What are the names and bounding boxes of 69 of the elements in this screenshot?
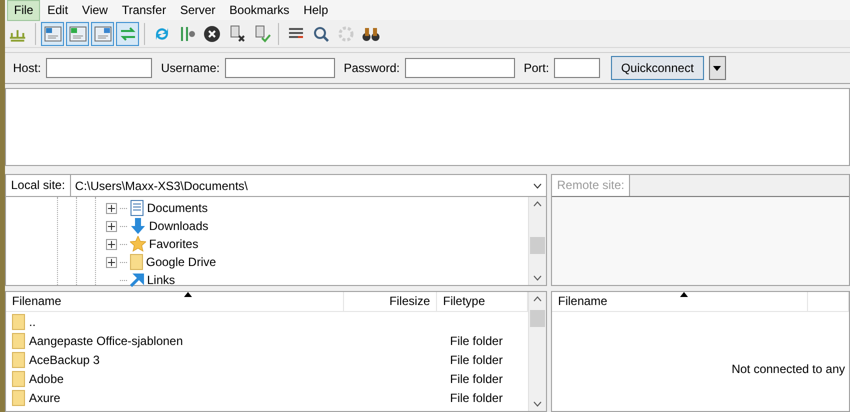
file-name[interactable]: Aangepaste Office-sjablonen	[29, 334, 183, 348]
column-header[interactable]: Filesize	[344, 292, 437, 311]
menu-item[interactable]: File	[7, 0, 40, 20]
password-label: Password:	[344, 61, 400, 75]
host-label: Host:	[13, 61, 42, 75]
file-type: File folder	[450, 334, 503, 348]
file-name[interactable]: Axure	[29, 390, 60, 404]
file-name[interactable]: ..	[29, 314, 36, 328]
username-field[interactable]	[224, 58, 335, 78]
port-label: Port:	[524, 61, 550, 75]
tree-item[interactable]: Documents	[147, 201, 208, 215]
transfer-arrows-icon	[118, 24, 136, 42]
cancel-icon	[202, 24, 220, 42]
column-header[interactable]: Filename	[552, 292, 808, 311]
menu-item[interactable]: Transfer	[114, 0, 174, 20]
menu-item[interactable]: Help	[296, 0, 336, 20]
host-field[interactable]	[46, 58, 152, 78]
path-combobox[interactable]: C:\Users\Maxx-XS3\Documents\	[71, 175, 546, 196]
password-field[interactable]	[404, 58, 515, 78]
magnifier-icon	[312, 24, 330, 42]
chevron-down-icon[interactable]	[533, 182, 542, 188]
menu-item[interactable]: Bookmarks	[222, 0, 296, 20]
arrow-icon	[130, 273, 144, 287]
expand-icon[interactable]	[106, 256, 117, 268]
folder-icon	[12, 352, 25, 368]
menu-item[interactable]: Edit	[40, 0, 76, 20]
scrollbar[interactable]	[528, 292, 546, 411]
username-label: Username:	[161, 61, 220, 75]
file-type: File folder	[450, 372, 503, 386]
column-header[interactable]: Filename	[6, 292, 344, 311]
tree-item[interactable]: Favorites	[149, 237, 198, 251]
panel-icon	[68, 24, 86, 42]
file-name[interactable]: Adobe	[29, 372, 64, 386]
folder-icon	[12, 332, 25, 348]
file-type: File folder	[450, 352, 503, 366]
folder-icon	[130, 254, 143, 270]
menu-item[interactable]: Server	[173, 0, 222, 20]
document-cross-icon	[228, 24, 246, 42]
panel-icon	[44, 24, 62, 42]
scroll-thumb[interactable]	[530, 310, 545, 327]
sort-arrow-icon	[184, 292, 192, 297]
expand-icon[interactable]	[106, 220, 117, 232]
expand-icon[interactable]	[106, 238, 117, 250]
folder-icon	[12, 314, 25, 330]
document-icon	[130, 200, 144, 216]
expand-icon[interactable]	[106, 202, 117, 214]
tree-item[interactable]: Downloads	[149, 219, 208, 233]
quickconnect-button[interactable]: Quickconnect	[611, 56, 704, 80]
folder-icon	[12, 390, 25, 406]
remote-site-label: Remote site:	[552, 175, 630, 196]
down-arrow-icon	[130, 218, 146, 234]
panel-icon	[94, 24, 112, 42]
local-site-label: Local site:	[6, 175, 72, 196]
scroll-thumb[interactable]	[530, 237, 545, 254]
dropdown-button[interactable]	[708, 56, 726, 80]
file-type: File folder	[450, 390, 503, 404]
menu-item[interactable]: View	[75, 0, 115, 20]
tree-item[interactable]: Links	[147, 273, 176, 287]
document-check-icon	[252, 24, 270, 42]
file-name[interactable]: AceBackup 3	[29, 352, 100, 366]
star-icon	[130, 236, 146, 252]
scrollbar[interactable]	[528, 197, 546, 285]
binoculars-icon	[362, 26, 380, 42]
status-message: Not connected to any	[732, 362, 845, 378]
sort-arrow-icon	[680, 292, 688, 297]
tree-item[interactable]: Google Drive	[146, 255, 216, 269]
port-field[interactable]	[554, 58, 600, 78]
caret-icon	[713, 66, 722, 70]
folder-icon	[12, 370, 25, 386]
